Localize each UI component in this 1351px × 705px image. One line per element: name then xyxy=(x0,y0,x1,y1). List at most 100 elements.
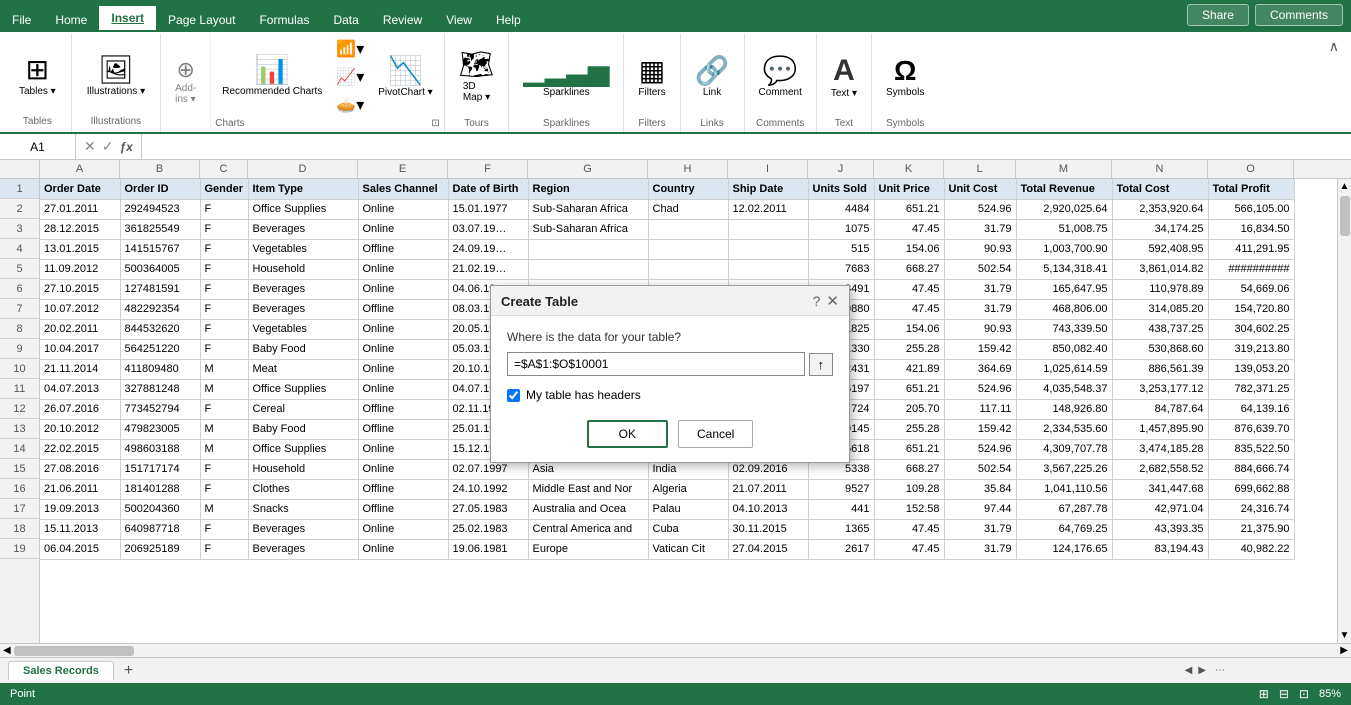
cell-r11-c5[interactable]: Online xyxy=(358,379,448,399)
cancel-formula-icon[interactable]: ✕ xyxy=(84,138,96,155)
cell-r17-c13[interactable]: 67,287.78 xyxy=(1016,499,1112,519)
col-header-J[interactable]: J xyxy=(808,160,874,178)
cell-r7-c12[interactable]: 31.79 xyxy=(944,299,1016,319)
cell-r4-c8[interactable] xyxy=(648,239,728,259)
cell-r19-c2[interactable]: 206925189 xyxy=(120,539,200,559)
dialog-help-icon[interactable]: ? xyxy=(813,293,821,309)
cell-r18-c6[interactable]: 25.02.1983 xyxy=(448,519,528,539)
ribbon-tab-file[interactable]: File xyxy=(0,8,43,32)
col-header-L[interactable]: L xyxy=(944,160,1016,178)
cell-r15-c15[interactable]: 884,666.74 xyxy=(1208,459,1294,479)
cell-r5-c13[interactable]: 5,134,318.41 xyxy=(1016,259,1112,279)
col-header-A[interactable]: A xyxy=(40,160,120,178)
cell-r6-c2[interactable]: 127481591 xyxy=(120,279,200,299)
row-header-14[interactable]: 14 xyxy=(0,439,39,459)
col-header-K[interactable]: K xyxy=(874,160,944,178)
cell-r11-c2[interactable]: 327881248 xyxy=(120,379,200,399)
cell-r6-c11[interactable]: 47.45 xyxy=(874,279,944,299)
cell-reference-box[interactable]: A1 xyxy=(0,134,76,159)
cell-r18-c1[interactable]: 15.11.2013 xyxy=(40,519,120,539)
vertical-scrollbar[interactable]: ▲ ▼ xyxy=(1337,179,1351,643)
cell-r2-c1[interactable]: 27.01.2011 xyxy=(40,199,120,219)
pivot-chart-button[interactable]: 📉 PivotChart ▾ xyxy=(371,52,439,103)
cell-r16-c9[interactable]: 21.07.2011 xyxy=(728,479,808,499)
cell-r8-c1[interactable]: 20.02.2011 xyxy=(40,319,120,339)
row-header-17[interactable]: 17 xyxy=(0,499,39,519)
cell-r4-c3[interactable]: F xyxy=(200,239,248,259)
cell-r2-c12[interactable]: 524.96 xyxy=(944,199,1016,219)
cell-r1-c1[interactable]: Order Date xyxy=(40,179,120,199)
cell-r13-c1[interactable]: 20.10.2012 xyxy=(40,419,120,439)
cell-r17-c7[interactable]: Australia and Ocea xyxy=(528,499,648,519)
scroll-thumb[interactable] xyxy=(1340,196,1350,236)
cell-r9-c12[interactable]: 159.42 xyxy=(944,339,1016,359)
cell-r3-c6[interactable]: 03.07.19… xyxy=(448,219,528,239)
row-header-11[interactable]: 11 xyxy=(0,379,39,399)
col-header-B[interactable]: B xyxy=(120,160,200,178)
cell-r15-c14[interactable]: 2,682,558.52 xyxy=(1112,459,1208,479)
cell-r6-c15[interactable]: 54,669.06 xyxy=(1208,279,1294,299)
cell-r19-c15[interactable]: 40,982.22 xyxy=(1208,539,1294,559)
cell-r6-c3[interactable]: F xyxy=(200,279,248,299)
cell-r19-c14[interactable]: 83,194.43 xyxy=(1112,539,1208,559)
cell-r14-c1[interactable]: 22.02.2015 xyxy=(40,439,120,459)
row-header-13[interactable]: 13 xyxy=(0,419,39,439)
insert-function-icon[interactable]: ƒx xyxy=(119,140,132,154)
table-row[interactable]: 27.01.2011292494523FOffice SuppliesOnlin… xyxy=(40,199,1294,219)
cell-r18-c10[interactable]: 1365 xyxy=(808,519,874,539)
cell-r19-c11[interactable]: 47.45 xyxy=(874,539,944,559)
cell-r12-c12[interactable]: 117.11 xyxy=(944,399,1016,419)
cell-r6-c1[interactable]: 27.10.2015 xyxy=(40,279,120,299)
cell-r16-c7[interactable]: Middle East and Nor xyxy=(528,479,648,499)
cell-r3-c7[interactable]: Sub-Saharan Africa xyxy=(528,219,648,239)
cell-r11-c4[interactable]: Office Supplies xyxy=(248,379,358,399)
row-header-10[interactable]: 10 xyxy=(0,359,39,379)
cell-r8-c15[interactable]: 304,602.25 xyxy=(1208,319,1294,339)
cell-r12-c15[interactable]: 64,139.16 xyxy=(1208,399,1294,419)
cell-r17-c4[interactable]: Snacks xyxy=(248,499,358,519)
tab-scroll-left[interactable]: ◀ xyxy=(1182,665,1196,676)
dialog-close-icon[interactable]: ✕ xyxy=(826,292,839,310)
chart-type-pie-button[interactable]: 🥧▾ xyxy=(331,92,369,118)
dialog-ok-button[interactable]: OK xyxy=(587,420,668,448)
cell-r1-c10[interactable]: Units Sold xyxy=(808,179,874,199)
cell-r2-c13[interactable]: 2,920,025.64 xyxy=(1016,199,1112,219)
cell-r19-c6[interactable]: 19.06.1981 xyxy=(448,539,528,559)
share-button[interactable]: Share xyxy=(1187,4,1249,26)
cell-r5-c7[interactable] xyxy=(528,259,648,279)
cell-r5-c1[interactable]: 11.09.2012 xyxy=(40,259,120,279)
cell-r17-c9[interactable]: 04.10.2013 xyxy=(728,499,808,519)
cell-r9-c4[interactable]: Baby Food xyxy=(248,339,358,359)
cell-r19-c7[interactable]: Europe xyxy=(528,539,648,559)
cell-r14-c15[interactable]: 835,522.50 xyxy=(1208,439,1294,459)
ribbon-tab-page-layout[interactable]: Page Layout xyxy=(156,8,247,32)
row-header-18[interactable]: 18 xyxy=(0,519,39,539)
cell-r16-c12[interactable]: 35.84 xyxy=(944,479,1016,499)
cell-r3-c11[interactable]: 47.45 xyxy=(874,219,944,239)
cell-r1-c8[interactable]: Country xyxy=(648,179,728,199)
cell-r17-c14[interactable]: 42,971.04 xyxy=(1112,499,1208,519)
cell-r9-c1[interactable]: 10.04.2017 xyxy=(40,339,120,359)
cell-r15-c2[interactable]: 151717174 xyxy=(120,459,200,479)
cell-r4-c12[interactable]: 90.93 xyxy=(944,239,1016,259)
cell-r11-c11[interactable]: 651.21 xyxy=(874,379,944,399)
cell-r18-c5[interactable]: Online xyxy=(358,519,448,539)
row-header-7[interactable]: 7 xyxy=(0,299,39,319)
cell-r18-c3[interactable]: F xyxy=(200,519,248,539)
cell-r8-c3[interactable]: F xyxy=(200,319,248,339)
col-header-H[interactable]: H xyxy=(648,160,728,178)
row-header-3[interactable]: 3 xyxy=(0,219,39,239)
ribbon-tab-view[interactable]: View xyxy=(434,8,484,32)
cell-r6-c13[interactable]: 165,647.95 xyxy=(1016,279,1112,299)
cell-r14-c5[interactable]: Online xyxy=(358,439,448,459)
tables-button[interactable]: ⊞ Tables ▾ xyxy=(10,51,65,102)
scroll-down-button[interactable]: ▼ xyxy=(1338,628,1351,643)
cell-r7-c4[interactable]: Beverages xyxy=(248,299,358,319)
cell-r1-c9[interactable]: Ship Date xyxy=(728,179,808,199)
cell-r2-c3[interactable]: F xyxy=(200,199,248,219)
cell-r19-c8[interactable]: Vatican Cit xyxy=(648,539,728,559)
cell-r16-c10[interactable]: 9527 xyxy=(808,479,874,499)
cell-r19-c3[interactable]: F xyxy=(200,539,248,559)
cell-r19-c10[interactable]: 2617 xyxy=(808,539,874,559)
cell-r8-c14[interactable]: 438,737.25 xyxy=(1112,319,1208,339)
